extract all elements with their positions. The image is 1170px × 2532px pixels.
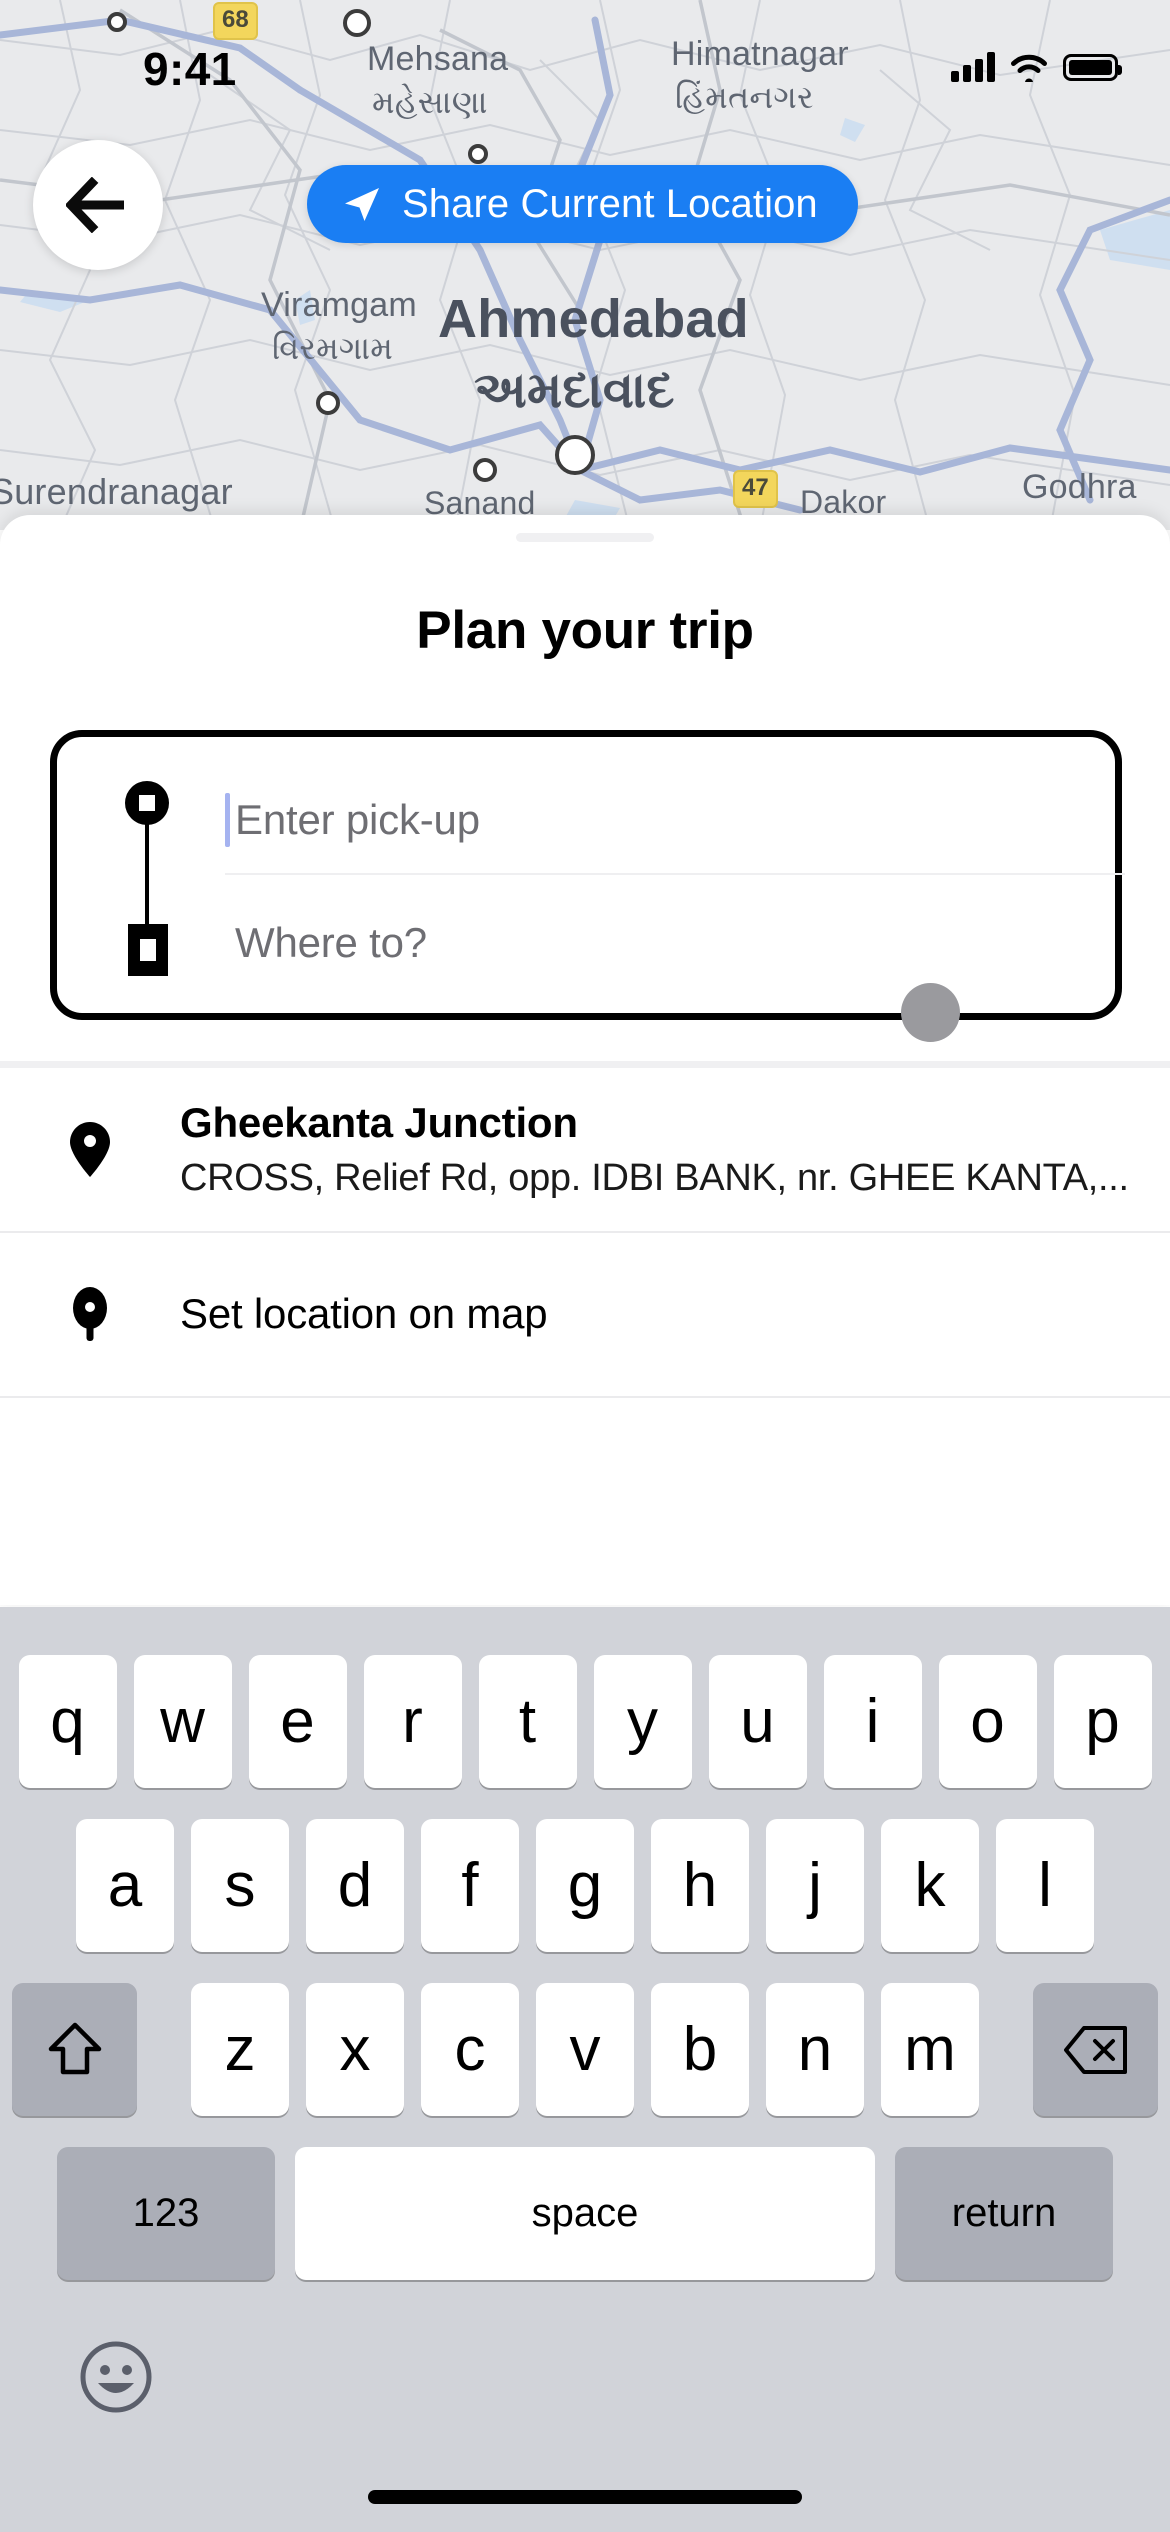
keyboard-row-1: q w e r t y u i o p <box>0 1655 1170 1788</box>
key-w[interactable]: w <box>133 1655 232 1788</box>
resize-grab-circle[interactable] <box>901 983 960 1042</box>
map-label-ahmedabad-native: અમદાવાદ <box>474 362 675 418</box>
key-m[interactable]: m <box>881 1983 979 2116</box>
map-label-surendranagar: Surendranagar <box>0 471 233 512</box>
origin-dot-icon <box>125 781 169 825</box>
text-cursor <box>225 793 230 847</box>
key-c[interactable]: c <box>421 1983 519 2116</box>
field-divider <box>225 873 1125 875</box>
space-key[interactable]: space <box>295 2147 875 2280</box>
key-v[interactable]: v <box>536 1983 634 2116</box>
return-key[interactable]: return <box>895 2147 1113 2280</box>
key-p[interactable]: p <box>1053 1655 1152 1788</box>
destination-square-icon <box>128 924 168 976</box>
key-k[interactable]: k <box>881 1819 979 1952</box>
key-x[interactable]: x <box>306 1983 404 2116</box>
backspace-icon <box>1063 2025 1127 2074</box>
highway-shield-68: 68 <box>213 2 258 40</box>
key-z[interactable]: z <box>191 1983 289 2116</box>
map-roads <box>0 0 1170 530</box>
map-label-viramgam-native: વિરમગામ <box>272 330 394 366</box>
backspace-key[interactable] <box>1033 1983 1158 2116</box>
key-g[interactable]: g <box>536 1819 634 1952</box>
key-j[interactable]: j <box>766 1819 864 1952</box>
key-q[interactable]: q <box>18 1655 117 1788</box>
destination-input[interactable]: Where to? <box>225 890 1093 996</box>
back-arrow-icon <box>66 177 124 233</box>
sheet-separator <box>0 1061 1170 1068</box>
shift-key[interactable] <box>12 1983 137 2116</box>
pickup-input[interactable]: Enter pick-up <box>225 767 1093 873</box>
home-indicator[interactable] <box>368 2490 802 2504</box>
key-r[interactable]: r <box>363 1655 462 1788</box>
keyboard-row-4: 123 space return <box>0 2147 1170 2280</box>
route-connector-line <box>145 821 149 939</box>
key-s[interactable]: s <box>191 1819 289 1952</box>
key-e[interactable]: e <box>248 1655 347 1788</box>
list-item-title: Gheekanta Junction <box>180 1098 578 1146</box>
key-o[interactable]: o <box>938 1655 1037 1788</box>
destination-placeholder: Where to? <box>235 919 427 966</box>
map-label-himatnagar-native: હિંમતનગર <box>675 79 814 115</box>
route-rail <box>125 781 169 976</box>
key-t[interactable]: t <box>478 1655 577 1788</box>
map-view[interactable]: Mehsana મહેસાણા Himatnagar હિંમતનગર Vira… <box>0 0 1170 530</box>
key-d[interactable]: d <box>306 1819 404 1952</box>
set-location-pin-icon <box>0 1286 180 1344</box>
onscreen-keyboard: q w e r t y u i o p a s d f g h j k l z … <box>0 1607 1170 2532</box>
phone-screen: Mehsana મહેસાણા Himatnagar હિંમતનગર Vira… <box>0 0 1170 2532</box>
back-button[interactable] <box>33 140 163 270</box>
emoji-key[interactable] <box>78 2339 154 2415</box>
key-n[interactable]: n <box>766 1983 864 2116</box>
highway-shield-47: 47 <box>733 470 778 508</box>
map-label-godhra: Godhra <box>1022 468 1137 506</box>
key-h[interactable]: h <box>651 1819 749 1952</box>
key-l[interactable]: l <box>996 1819 1094 1952</box>
map-label-ahmedabad: Ahmedabad <box>438 289 749 349</box>
list-item-title: Set location on map <box>180 1290 548 1338</box>
key-a[interactable]: a <box>76 1819 174 1952</box>
list-item[interactable]: Gheekanta Junction CROSS, Relief Rd, opp… <box>0 1068 1170 1233</box>
list-item[interactable]: Set location on map <box>0 1233 1170 1398</box>
sheet-drag-handle[interactable] <box>516 533 654 542</box>
emoji-smiley-icon <box>80 2341 152 2413</box>
pickup-placeholder: Enter pick-up <box>235 796 480 843</box>
list-item-text: Gheekanta Junction CROSS, Relief Rd, opp… <box>180 1099 1170 1200</box>
map-label-himatnagar: Himatnagar <box>671 35 849 73</box>
numbers-key[interactable]: 123 <box>57 2147 275 2280</box>
keyboard-row-2: a s d f g h j k l <box>0 1819 1170 1952</box>
share-current-location-label: Share Current Location <box>402 181 818 226</box>
key-y[interactable]: y <box>593 1655 692 1788</box>
map-label-mehsana-native: મહેસાણા <box>372 84 488 120</box>
map-label-mehsana: Mehsana <box>367 40 509 78</box>
key-f[interactable]: f <box>421 1819 519 1952</box>
key-i[interactable]: i <box>823 1655 922 1788</box>
key-u[interactable]: u <box>708 1655 807 1788</box>
keyboard-row-3: z x c v b n m <box>0 1983 1170 2116</box>
route-input-card: Enter pick-up Where to? <box>50 730 1125 1042</box>
list-item-subtitle: CROSS, Relief Rd, opp. IDBI BANK, nr. GH… <box>180 1157 1129 1200</box>
map-pin-icon <box>0 1121 180 1179</box>
shift-arrow-icon <box>48 2022 101 2074</box>
key-b[interactable]: b <box>651 1983 749 2116</box>
navigation-arrow-icon <box>345 188 379 221</box>
share-current-location-button[interactable]: Share Current Location <box>307 165 858 243</box>
map-label-viramgam: Viramgam <box>261 286 417 324</box>
keyboard-bottom-bar <box>0 2317 1170 2532</box>
list-item-text: Set location on map <box>180 1290 1170 1338</box>
page-title: Plan your trip <box>416 601 754 660</box>
plan-trip-sheet: Plan your trip Enter pick-up Where to? G… <box>0 515 1170 1605</box>
